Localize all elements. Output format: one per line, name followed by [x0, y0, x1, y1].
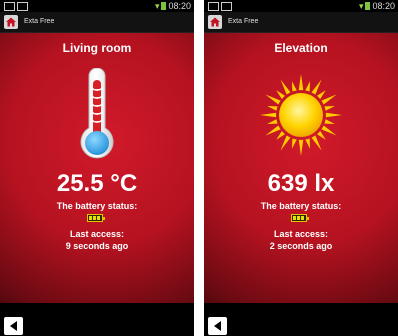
sun-ray: [321, 94, 337, 105]
last-access-label: Last access:: [69, 229, 125, 239]
sun-ray: [265, 94, 281, 105]
battery-cell: [89, 216, 92, 220]
thermometer-icon: [80, 68, 114, 159]
sun-ray: [291, 81, 297, 92]
sun-ray: [267, 119, 278, 125]
sun-ray: [298, 74, 304, 91]
back-button[interactable]: [208, 317, 227, 335]
sun-ray: [280, 79, 291, 95]
sun-ray: [276, 131, 285, 140]
status-right: ▾ 08:20: [359, 0, 395, 12]
battery-cell: [93, 216, 96, 220]
sun-ray: [267, 105, 278, 111]
wifi-icon: ▾: [358, 1, 364, 11]
status-bar: ▾ 08:20: [0, 0, 194, 12]
sun-ray: [276, 90, 285, 99]
last-access-label: Last access:: [273, 229, 329, 239]
sun-ray: [280, 135, 291, 151]
last-access-value: 9 seconds ago: [65, 241, 129, 251]
sun-ray: [305, 138, 311, 149]
sun-ray: [265, 125, 281, 136]
app-notification-icon: [221, 2, 232, 11]
sun-ray: [260, 112, 277, 118]
battery-cell: [301, 216, 304, 220]
battery-status-label: The battery status:: [56, 201, 138, 211]
back-arrow-icon: [10, 321, 17, 331]
sensor-panel: Elevation 639 lx The battery status: Las…: [204, 33, 398, 303]
notification-icons: [208, 1, 234, 11]
image-notification-icon: [208, 2, 219, 11]
app-name: Exta Free: [24, 18, 55, 25]
sensor-panel: Living room 25.5 °C The battery status: …: [0, 33, 194, 303]
status-right: ▾ 08:20: [155, 0, 191, 12]
back-button[interactable]: [4, 317, 23, 335]
app-bar: Exta Free: [204, 12, 398, 33]
sun-ray: [317, 90, 326, 99]
status-time: 08:20: [372, 1, 395, 11]
bottom-bar: [0, 303, 194, 336]
sun-ray: [325, 112, 342, 118]
status-bar: ▾ 08:20: [204, 0, 398, 12]
battery-status-icon: [161, 2, 167, 10]
phone-screen-elevation: ▾ 08:20 Exta Free Elevation 639 lx The ba…: [204, 0, 398, 336]
sun-ray: [305, 81, 311, 92]
home-icon[interactable]: [208, 15, 222, 29]
bottom-bar: [204, 303, 398, 336]
status-time: 08:20: [168, 1, 191, 11]
sun-ray: [291, 138, 297, 149]
back-arrow-icon: [214, 321, 221, 331]
battery-icon: [291, 214, 309, 222]
sun-ray: [321, 125, 337, 136]
battery-icon: [87, 214, 105, 222]
battery-cell: [293, 216, 296, 220]
sun-ray: [311, 79, 322, 95]
battery-cell: [97, 216, 100, 220]
app-bar: Exta Free: [0, 12, 194, 33]
wifi-icon: ▾: [154, 1, 160, 11]
battery-status-label: The battery status:: [260, 201, 342, 211]
app-notification-icon: [17, 2, 28, 11]
sun-ray: [317, 131, 326, 140]
illuminance-value: 639 lx: [267, 170, 335, 197]
room-title: Living room: [62, 41, 132, 55]
home-icon[interactable]: [4, 15, 18, 29]
sun-ray: [324, 119, 335, 125]
sun-ray: [324, 105, 335, 111]
notification-icons: [4, 1, 30, 11]
sun-icon: [260, 74, 342, 156]
battery-status-icon: [365, 2, 371, 10]
phone-screen-living-room: ▾ 08:20 Exta Free Living room 25.5 °C The: [0, 0, 194, 336]
battery-cell: [297, 216, 300, 220]
room-title: Elevation: [274, 41, 328, 55]
app-name: Exta Free: [228, 18, 259, 25]
sun-ray: [298, 139, 304, 156]
temperature-value: 25.5 °C: [56, 170, 138, 197]
last-access-value: 2 seconds ago: [269, 241, 333, 251]
image-notification-icon: [4, 2, 15, 11]
sun-ray: [311, 135, 322, 151]
